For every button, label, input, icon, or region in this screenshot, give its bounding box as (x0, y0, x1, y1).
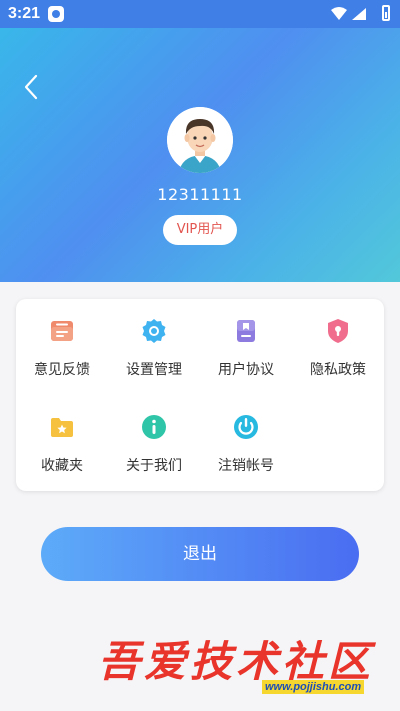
menu-item-label: 意见反馈 (34, 362, 90, 378)
back-arrow-icon[interactable] (20, 72, 44, 102)
menu-item-label: 设置管理 (126, 362, 182, 378)
document-icon (237, 320, 255, 342)
power-icon (234, 415, 258, 439)
menu-item-label: 收藏夹 (41, 458, 83, 474)
folder-star-icon (51, 418, 73, 437)
avatar[interactable] (167, 107, 233, 173)
menu-item-label: 关于我们 (126, 458, 182, 474)
notification-icon (48, 6, 64, 22)
menu-item-label: 注销帐号 (218, 458, 274, 474)
avatar-image (167, 107, 233, 173)
feedback-icon (51, 321, 73, 341)
menu-item-user-agreement[interactable]: 用户协议 (200, 299, 292, 379)
battery-icon (382, 5, 390, 21)
vip-badge: VIP用户 (163, 215, 237, 245)
wifi-signal-icon (331, 7, 366, 20)
menu-item-delete-account[interactable]: 注销帐号 (200, 395, 292, 475)
menu-item-label: 用户协议 (218, 362, 274, 378)
shield-icon (328, 319, 348, 343)
menu-item-favorites[interactable]: 收藏夹 (16, 395, 108, 475)
username: 12311111 (157, 185, 243, 204)
menu-card: 意见反馈 设置管理 用户协议 隐私政策 收藏夹 关于我们 注销帐号 (16, 299, 384, 491)
menu-item-about-us[interactable]: 关于我们 (108, 395, 200, 475)
watermark-url: www.pojjishu.com (262, 680, 365, 694)
status-bar: 3:21 (0, 0, 400, 28)
logout-button[interactable]: 退出 (41, 527, 359, 581)
menu-item-settings[interactable]: 设置管理 (108, 299, 200, 379)
status-time: 3:21 (8, 5, 41, 22)
gear-icon (142, 319, 166, 343)
menu-item-feedback[interactable]: 意见反馈 (16, 299, 108, 379)
menu-item-label: 隐私政策 (310, 362, 366, 378)
info-icon (142, 415, 166, 439)
menu-item-privacy-policy[interactable]: 隐私政策 (292, 299, 384, 379)
profile-header: 12311111 VIP用户 (0, 28, 400, 282)
